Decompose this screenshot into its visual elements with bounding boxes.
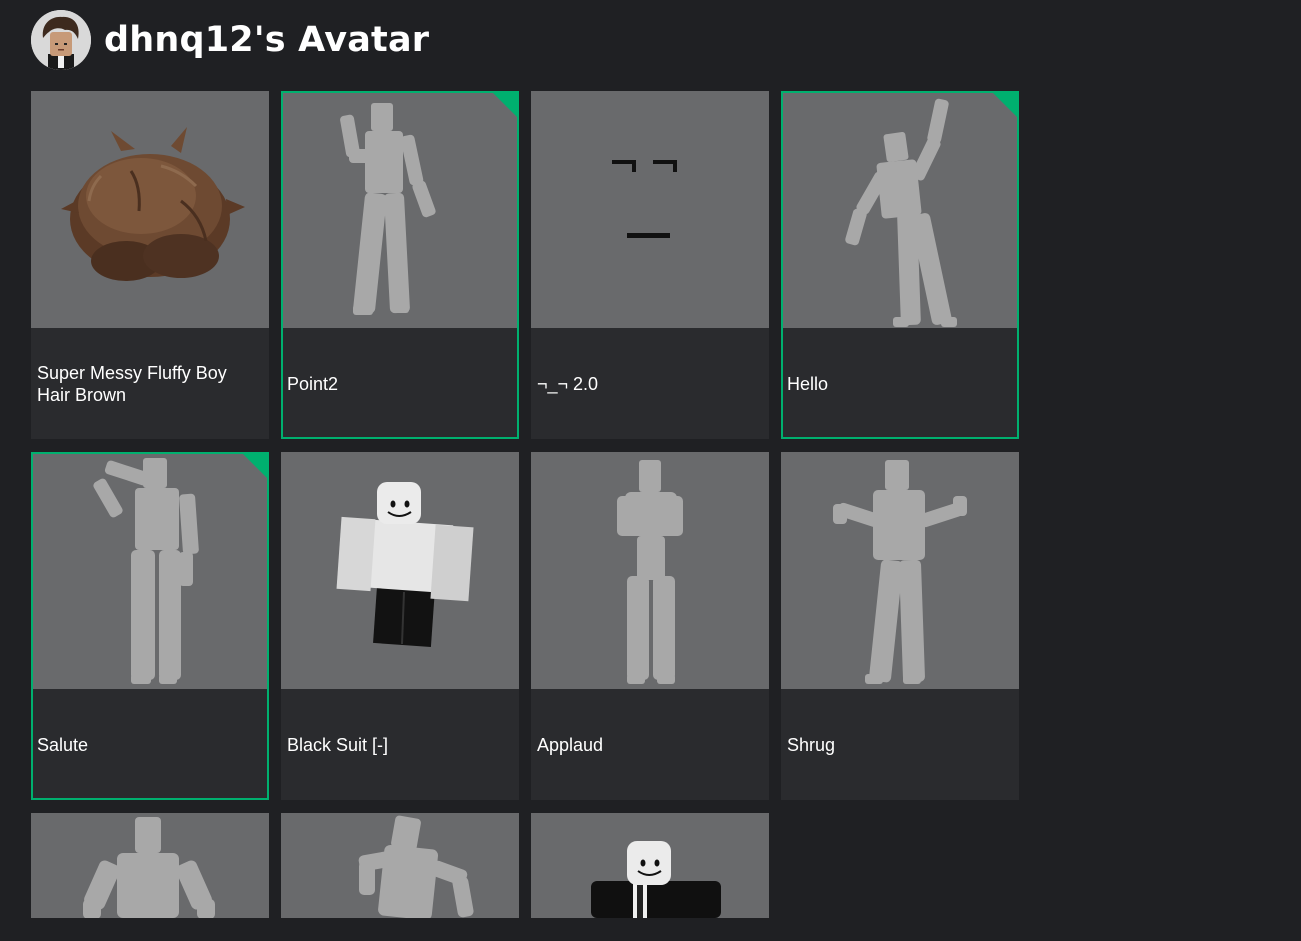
item-thumbnail [531,452,769,689]
item-name: ¬_¬ 2.0 [537,373,599,394]
equipped-indicator [991,93,1017,119]
equipped-indicator [491,93,517,119]
applaud-emote-figure [617,460,683,684]
item-name: Applaud [537,734,604,755]
item-card[interactable]: Salute [31,452,269,800]
item-card[interactable] [281,813,519,918]
item-name: Super Messy Fluffy Boy Hair Brown [37,362,227,405]
suit-outfit-figure [336,482,474,647]
page-header: dhnq12's Avatar [31,9,429,71]
item-name: Black Suit [-] [287,734,389,755]
avatar[interactable] [31,10,91,70]
hair-icon [61,127,245,281]
page-title: dhnq12's Avatar [104,20,430,60]
item-card[interactable] [31,813,269,918]
item-card[interactable]: Shrug [781,452,1019,800]
item-thumbnail [531,91,769,328]
salute-emote-figure [93,458,199,684]
item-thumbnail [283,93,517,328]
item-thumbnail [31,91,269,328]
point-emote-figure [340,103,436,315]
avatar-page: dhnq12's Avatar Super Messy Fluffy Boy H… [0,0,1301,941]
shrug-emote-figure [833,460,967,684]
item-card[interactable]: Applaud [531,452,769,800]
item-thumbnail [33,454,267,689]
item-thumbnail [531,813,769,918]
item-card[interactable]: Super Messy Fluffy Boy Hair Brown [31,91,269,439]
item-thumbnail [281,452,519,689]
item-card[interactable]: Hello [781,91,1019,439]
item-name: Point2 [287,373,339,394]
item-name: Shrug [787,734,836,755]
emote-figure [358,815,474,918]
item-card[interactable]: Point2 [281,91,519,439]
item-thumbnail [31,813,269,918]
item-thumbnail [783,93,1017,328]
item-thumbnail [781,452,1019,689]
item-card[interactable]: ¬_¬ 2.0 [531,91,769,439]
face-icon [612,160,677,238]
item-card[interactable] [531,813,769,918]
item-name: Hello [787,373,829,394]
item-name: Salute [37,734,89,755]
wave-emote-figure [845,98,957,327]
suit-figure [591,841,721,918]
emote-figure [83,817,215,918]
equipped-indicator [241,454,267,480]
item-card[interactable]: Black Suit [-] [281,452,519,800]
user-avatar-icon [31,10,91,70]
item-thumbnail [281,813,519,918]
